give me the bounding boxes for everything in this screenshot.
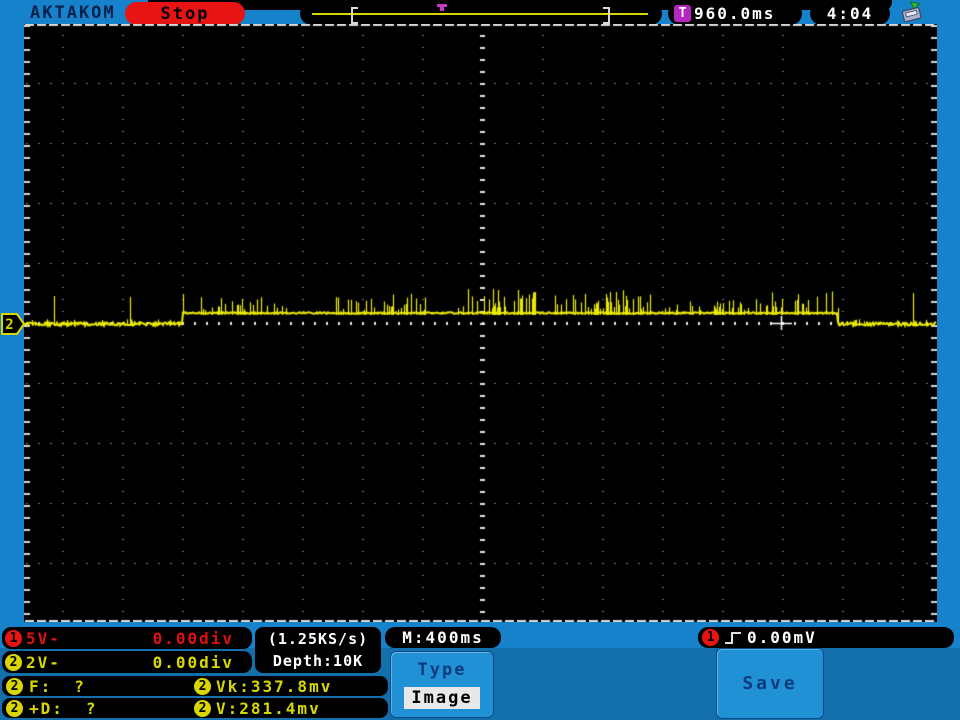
record-depth: Depth:10K (272, 652, 364, 670)
window-right-bracket-icon (603, 7, 610, 24)
acquisition-info-box: (1.25KS/s) Depth:10K (255, 627, 381, 673)
channel2-marker-label: 2 (5, 317, 13, 333)
meas-d-value: ? (85, 698, 98, 718)
oscilloscope-screen: AKTAKOM Stop T 960.0ms 4:04 2 1 5V- 0.00… (0, 0, 960, 720)
ch1-status-row: 1 5V- 0.00div (2, 627, 252, 649)
trigger-level-value: 0.00mV (747, 628, 817, 647)
trigger-time-readout: T 960.0ms (668, 2, 802, 25)
sample-rate: (1.25KS/s) (267, 630, 369, 648)
timebase-readout: M:400ms (385, 627, 501, 648)
ch2-offset: 0.00div (152, 652, 234, 672)
ch1-badge: 1 (5, 629, 22, 647)
meas-v-value: V:281.4mv (216, 698, 321, 718)
waveform-canvas (24, 24, 937, 622)
trigger-source-badge: 1 (702, 629, 719, 646)
clock-readout: 4:04 (810, 2, 890, 25)
meas-f-value: ? (74, 676, 86, 696)
meas-d-label: +D: (29, 698, 64, 718)
ch1-offset: 0.00div (152, 628, 234, 648)
channel2-position-marker[interactable]: 2 (1, 313, 25, 335)
waveform-display (24, 24, 937, 622)
trigger-position-bar (300, 2, 662, 25)
record-span-line (312, 13, 648, 15)
meas-ch-badge: 2 (194, 699, 211, 717)
ch1-scale: 5V- (26, 628, 61, 648)
trigger-time-value: 960.0ms (694, 4, 776, 23)
run-state-indicator: Stop (125, 2, 245, 25)
ch2-status-row: 2 2V- 0.00div (2, 651, 252, 673)
meas-ch-badge: 2 (194, 677, 211, 695)
rising-edge-icon (725, 631, 741, 644)
meas-ch-badge: 2 (6, 677, 23, 695)
menu-type-button[interactable]: Type Image (390, 651, 494, 718)
save-button[interactable]: Save (716, 648, 824, 719)
measurement-row-frequency: 2 F: ? 2 Vk:337.8mv (2, 676, 388, 696)
ch2-scale: 2V- (26, 652, 61, 672)
meas-vk-value: Vk:337.8mv (216, 676, 333, 696)
trigger-t-icon: T (674, 5, 691, 22)
window-left-bracket-icon (351, 7, 358, 24)
measurement-row-duty: 2 +D: ? 2 V:281.4mv (2, 698, 388, 718)
menu-type-value[interactable]: Image (404, 687, 480, 710)
meas-f-label: F: (29, 676, 53, 696)
menu-type-label: Type (417, 659, 467, 680)
trigger-level-readout: 1 0.00mV (698, 627, 954, 648)
meas-ch-badge: 2 (6, 699, 23, 717)
ch2-badge: 2 (5, 653, 22, 671)
trigger-position-marker-icon[interactable] (437, 4, 447, 12)
storage-disk-icon (901, 1, 922, 23)
brand-logo: AKTAKOM (30, 3, 116, 23)
